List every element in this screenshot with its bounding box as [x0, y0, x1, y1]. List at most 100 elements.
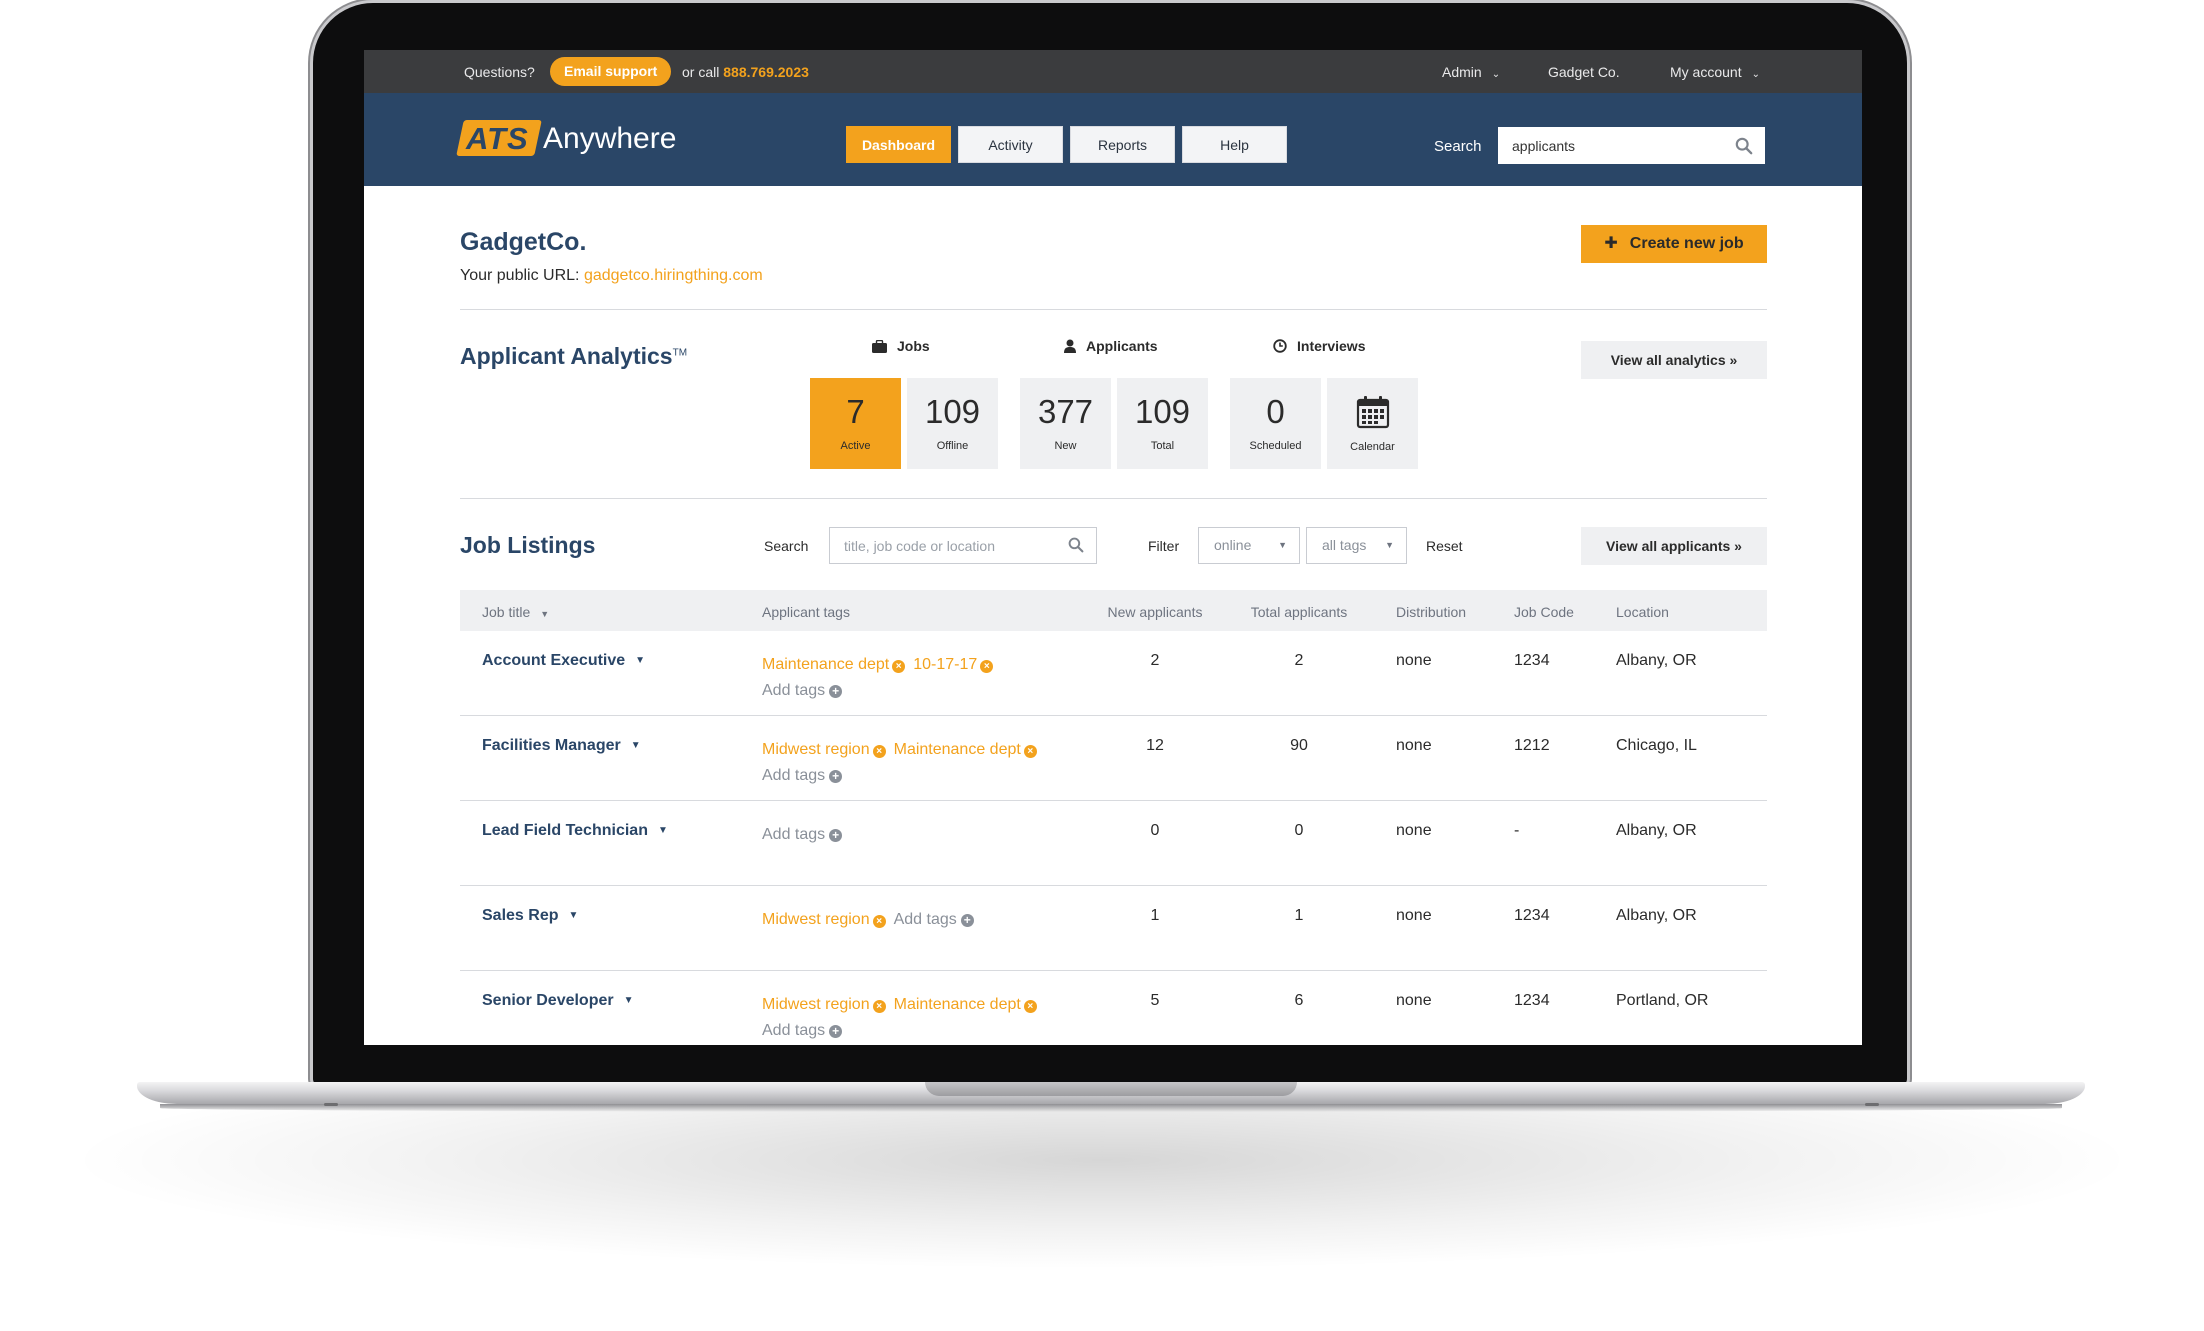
search-icon[interactable] [1735, 137, 1753, 155]
reset-filters-link[interactable]: Reset [1426, 538, 1463, 554]
total-applicants-count[interactable]: 0 [1295, 822, 1304, 840]
job-title-menu[interactable]: Lead Field Technician ▼ [482, 822, 668, 840]
public-url-link[interactable]: gadgetco.hiringthing.com [584, 267, 763, 284]
stat-calendar[interactable]: Calendar [1327, 378, 1418, 469]
applicants-label: Applicants [1086, 338, 1158, 354]
remove-tag-icon[interactable]: × [872, 1000, 886, 1013]
add-tags-label: Add tags [762, 682, 826, 699]
remove-tag-icon[interactable]: × [1023, 745, 1037, 758]
nav-search-input[interactable] [1498, 127, 1765, 164]
add-tags-button[interactable]: Add tags + [894, 911, 974, 928]
view-all-analytics-button[interactable]: View all analytics » [1581, 341, 1767, 379]
tag-chip[interactable]: Midwest region × [762, 911, 886, 928]
tag-chip[interactable]: 10-17-17 × [913, 656, 994, 673]
table-row: Lead Field Technician ▼ Add tags + 0 0 non… [460, 801, 1767, 886]
new-applicants-count[interactable]: 12 [1146, 737, 1164, 755]
stat-label: Active [840, 440, 871, 452]
tag-chip[interactable]: Maintenance dept × [894, 996, 1037, 1013]
company-name: GadgetCo. [460, 228, 587, 256]
phone-link[interactable]: 888.769.2023 [723, 64, 809, 80]
plus-circle-icon: + [829, 685, 843, 698]
applicants-group-label: Applicants [1064, 338, 1158, 354]
new-applicants-count[interactable]: 2 [1151, 652, 1160, 670]
new-applicants-count[interactable]: 1 [1151, 907, 1160, 925]
stat-active-jobs[interactable]: 7 Active [810, 378, 901, 469]
job-title-menu[interactable]: Facilities Manager ▼ [482, 737, 641, 755]
remove-tag-icon[interactable]: × [980, 660, 994, 673]
create-job-label: Create new job [1629, 235, 1744, 252]
filter-label: Filter [1148, 538, 1180, 554]
stat-label: Calendar [1350, 441, 1395, 453]
total-applicants-count[interactable]: 90 [1290, 737, 1308, 755]
plus-circle-icon: + [829, 1025, 843, 1038]
chevron-down-icon: ⌄ [1751, 69, 1760, 80]
my-account-menu[interactable]: My account ⌄ [1670, 64, 1760, 80]
job-listings-title: Job Listings [460, 532, 596, 558]
divider [460, 498, 1767, 499]
job-location: Albany, OR [1616, 822, 1697, 839]
remove-tag-icon[interactable]: × [892, 660, 906, 673]
add-tags-button[interactable]: Add tags + [762, 1022, 843, 1039]
add-tags-button[interactable]: Add tags + [762, 682, 843, 699]
admin-menu[interactable]: Admin ⌄ [1442, 64, 1500, 80]
tags-filter-select[interactable]: all tags ▼ [1306, 527, 1407, 564]
remove-tag-icon[interactable]: × [872, 745, 886, 758]
applicant-tags: Add tags + [762, 822, 1092, 848]
laptop-base-edge [160, 1104, 2062, 1112]
view-all-applicants-button[interactable]: View all applicants » [1581, 527, 1767, 565]
status-filter-value: online [1214, 537, 1252, 553]
remove-tag-icon[interactable]: × [872, 915, 886, 928]
laptop-foot [324, 1103, 338, 1106]
job-code: - [1514, 822, 1520, 839]
ats-anywhere-logo[interactable]: ATS Anywhere [456, 120, 700, 160]
company-link[interactable]: Gadget Co. [1548, 64, 1620, 80]
total-applicants-count[interactable]: 2 [1295, 652, 1304, 670]
nav-dashboard[interactable]: Dashboard [846, 126, 951, 163]
search-icon[interactable] [1068, 537, 1084, 553]
analytics-title: Applicant AnalyticsTM [460, 343, 687, 370]
stat-value: 7 [846, 393, 865, 430]
distribution-value: none [1396, 907, 1432, 924]
total-applicants-count[interactable]: 1 [1295, 907, 1304, 925]
col-total-applicants[interactable]: Total applicants [1251, 604, 1348, 620]
col-job-title[interactable]: Job title ▼ [482, 604, 549, 620]
job-title-menu[interactable]: Account Executive ▼ [482, 652, 645, 670]
col-new-applicants[interactable]: New applicants [1108, 604, 1203, 620]
caret-down-icon: ▼ [657, 825, 668, 836]
nav-reports[interactable]: Reports [1070, 126, 1175, 163]
nav-activity[interactable]: Activity [958, 126, 1063, 163]
tag-label: 10-17-17 [913, 656, 978, 673]
stat-total-applicants[interactable]: 109 Total [1117, 378, 1208, 469]
nav-help[interactable]: Help [1182, 126, 1287, 163]
new-applicants-count[interactable]: 0 [1151, 822, 1160, 840]
tag-chip[interactable]: Maintenance dept × [762, 656, 906, 673]
status-filter-select[interactable]: online ▼ [1198, 527, 1300, 564]
tag-chip[interactable]: Midwest region × [762, 741, 886, 758]
analytics-title-text: Applicant Analytics [460, 343, 673, 369]
col-distribution: Distribution [1396, 604, 1467, 620]
add-tags-button[interactable]: Add tags + [762, 767, 843, 784]
job-code: 1234 [1514, 907, 1550, 924]
create-job-button[interactable]: ✚ Create new job [1581, 225, 1767, 263]
job-title-menu[interactable]: Senior Developer ▼ [482, 992, 634, 1010]
add-tags-label: Add tags [762, 1022, 826, 1039]
stat-new-applicants[interactable]: 377 New [1020, 378, 1111, 469]
briefcase-icon [872, 340, 887, 353]
job-location: Albany, OR [1616, 907, 1697, 924]
new-applicants-count[interactable]: 5 [1151, 992, 1160, 1010]
logo-anywhere-text: Anywhere [543, 122, 677, 155]
add-tags-button[interactable]: Add tags + [762, 826, 843, 843]
total-applicants-count[interactable]: 6 [1295, 992, 1304, 1010]
remove-tag-icon[interactable]: × [1023, 1000, 1037, 1013]
tag-chip[interactable]: Midwest region × [762, 996, 886, 1013]
caret-down-icon: ▼ [623, 995, 634, 1006]
public-url-label: Your public URL: [460, 267, 580, 284]
tag-chip[interactable]: Maintenance dept × [894, 741, 1037, 758]
listings-search-input[interactable] [829, 527, 1097, 564]
caret-down-icon: ▼ [635, 655, 646, 666]
stat-offline-jobs[interactable]: 109 Offline [907, 378, 998, 469]
interviews-label: Interviews [1297, 338, 1366, 354]
job-title-menu[interactable]: Sales Rep ▼ [482, 907, 578, 925]
stat-scheduled-interviews[interactable]: 0 Scheduled [1230, 378, 1321, 469]
email-support-button[interactable]: Email support [550, 57, 672, 86]
